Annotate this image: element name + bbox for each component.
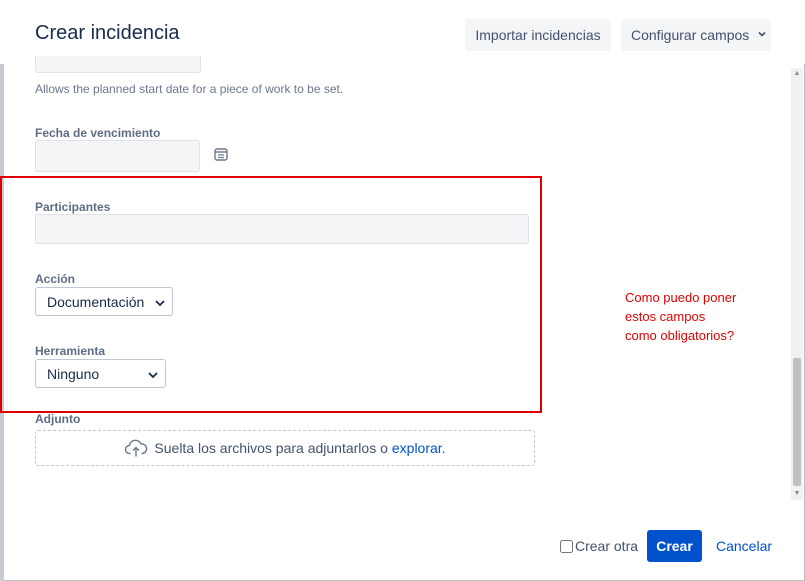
scrollbar[interactable]: ▲ ▼ xyxy=(791,68,803,500)
dialog-header: Crear incidencia Importar incidencias Co… xyxy=(0,0,805,64)
action-select[interactable]: Documentación xyxy=(35,287,173,316)
scrollbar-thumb[interactable] xyxy=(793,358,801,486)
create-another-option[interactable]: Crear otra xyxy=(560,538,638,554)
browse-link[interactable]: explorar. xyxy=(392,440,446,456)
cancel-button[interactable]: Cancelar xyxy=(716,538,772,554)
cloud-upload-icon xyxy=(124,438,148,458)
dropzone-text: Suelta los archivos para adjuntarlos o xyxy=(154,440,388,456)
annotation-text: Como puedo poner estos campos como oblig… xyxy=(625,288,775,345)
create-another-checkbox[interactable] xyxy=(560,539,573,553)
attachment-dropzone[interactable]: Suelta los archivos para adjuntarlos o e… xyxy=(35,430,535,466)
background-strip xyxy=(0,0,4,581)
due-date-label: Fecha de vencimiento xyxy=(35,126,161,140)
configure-fields-button[interactable]: Configurar campos xyxy=(621,19,771,51)
import-issues-button[interactable]: Importar incidencias xyxy=(465,19,611,51)
start-date-input[interactable] xyxy=(35,56,201,73)
scroll-down-icon[interactable]: ▼ xyxy=(791,488,803,500)
dialog-title: Crear incidencia xyxy=(35,22,180,44)
participants-label: Participantes xyxy=(35,200,111,214)
start-date-help-text: Allows the planned start date for a piec… xyxy=(35,82,344,96)
annotation-line: estos campos xyxy=(625,309,706,324)
attachment-label: Adjunto xyxy=(35,412,81,426)
annotation-line: como obligatorios? xyxy=(625,328,735,343)
action-label: Acción xyxy=(35,272,76,286)
chevron-down-icon xyxy=(147,368,159,380)
due-date-input[interactable] xyxy=(35,140,200,172)
tool-select[interactable]: Ninguno xyxy=(35,359,166,388)
chevron-down-icon xyxy=(757,29,767,42)
calendar-icon[interactable] xyxy=(213,146,229,162)
tool-select-value: Ninguno xyxy=(47,365,100,382)
action-select-value: Documentación xyxy=(47,293,145,310)
configure-fields-label: Configurar campos xyxy=(631,27,750,43)
create-button[interactable]: Crear xyxy=(647,530,702,562)
scroll-up-icon[interactable]: ▲ xyxy=(791,68,803,80)
chevron-down-icon xyxy=(154,296,166,308)
annotation-line: Como puedo poner xyxy=(625,290,737,305)
tool-label: Herramienta xyxy=(35,344,106,358)
participants-input[interactable] xyxy=(35,214,529,244)
create-another-label: Crear otra xyxy=(575,538,639,554)
